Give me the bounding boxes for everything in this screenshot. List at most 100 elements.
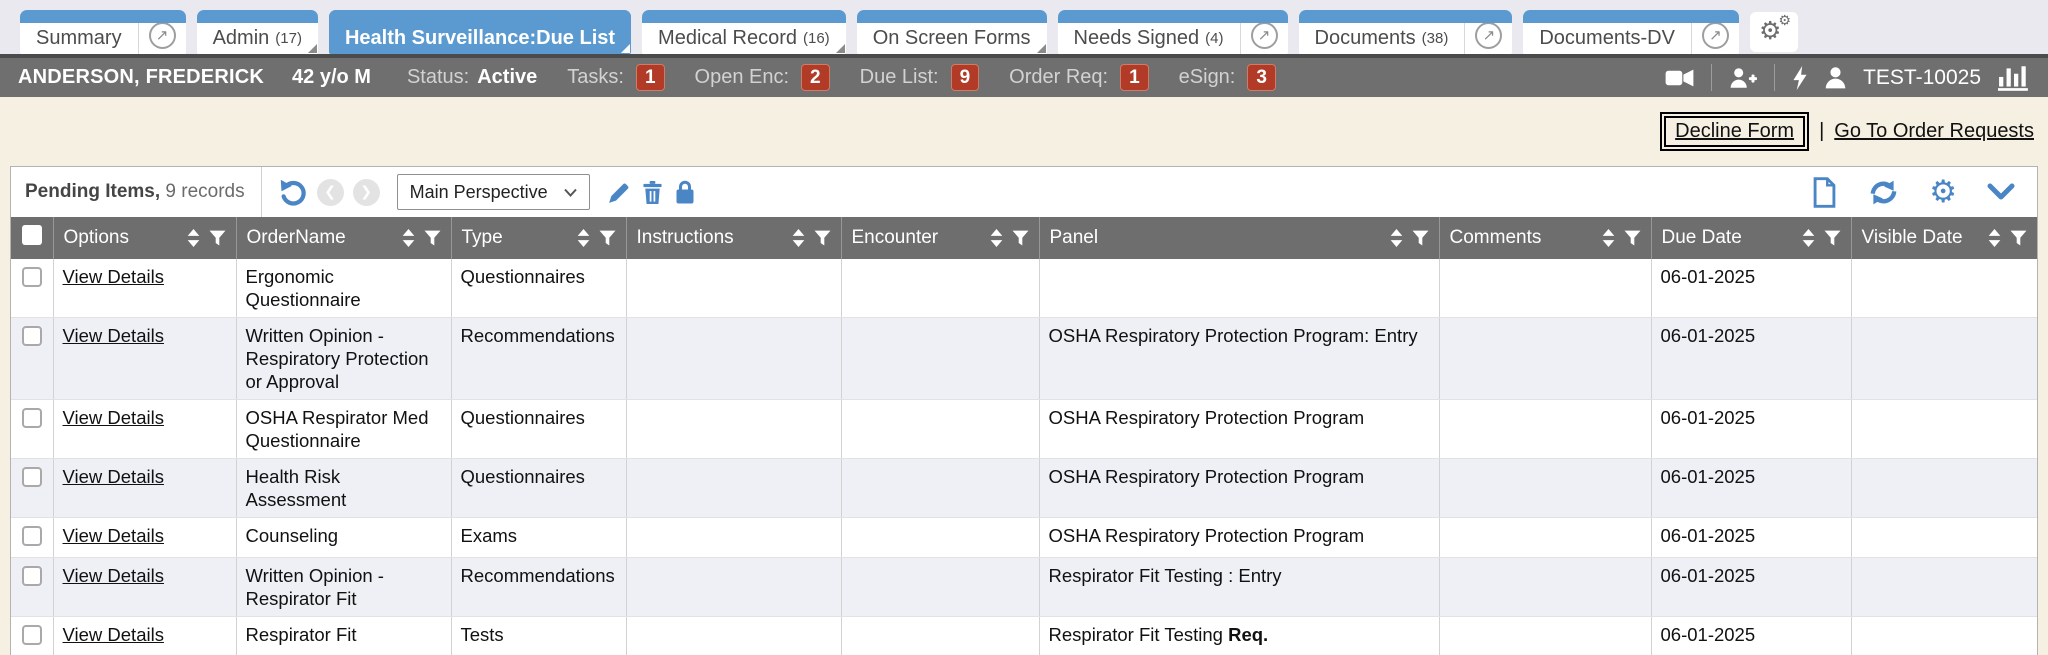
view-details-link[interactable]: View Details <box>63 624 164 645</box>
sort-icon[interactable] <box>990 229 1003 247</box>
cell-comments <box>1439 518 1651 558</box>
cell-order-name: Written Opinion - Respirator Fit <box>236 558 451 617</box>
row-checkbox[interactable] <box>22 625 42 645</box>
open-in-new-button[interactable]: ↗ <box>138 10 186 54</box>
sort-icon[interactable] <box>577 229 590 247</box>
view-details-link[interactable]: View Details <box>63 466 164 487</box>
select-all-checkbox[interactable] <box>22 225 42 245</box>
open-in-new-button[interactable]: ↗ <box>1240 10 1288 54</box>
tab-documents-dv[interactable]: Documents-DV ↗ <box>1523 10 1739 54</box>
edit-pencil-icon[interactable] <box>607 180 632 205</box>
banner-stat-tasks[interactable]: Tasks: 1 <box>567 64 664 91</box>
sort-icon[interactable] <box>1802 229 1815 247</box>
tab-settings-button[interactable]: ⚙ ⚙ <box>1750 12 1798 52</box>
filter-funnel-icon[interactable] <box>1412 230 1429 246</box>
cell-due-date: 06-01-2025 <box>1651 318 1851 400</box>
sort-icon[interactable] <box>792 229 805 247</box>
bar-chart-icon[interactable] <box>1998 65 2030 91</box>
open-in-new-button[interactable]: ↗ <box>1464 10 1512 54</box>
cell-type: Questionnaires <box>451 259 626 318</box>
filter-funnel-icon[interactable] <box>1012 230 1029 246</box>
count-badge: 3 <box>1247 64 1276 91</box>
cell-type: Recommendations <box>451 318 626 400</box>
row-checkbox[interactable] <box>22 566 42 586</box>
sort-icon[interactable] <box>187 229 200 247</box>
filter-funnel-icon[interactable] <box>814 230 831 246</box>
tab-label: Needs Signed <box>1074 27 1200 50</box>
column-label: Encounter <box>852 227 939 249</box>
tab-medical-record[interactable]: Medical Record (16) <box>642 10 846 54</box>
lock-icon[interactable] <box>673 179 697 205</box>
next-page-button[interactable]: ❯ <box>353 179 380 206</box>
column-header-visible-date[interactable]: Visible Date <box>1851 217 2037 259</box>
tab-needs-signed[interactable]: Needs Signed (4) ↗ <box>1058 10 1288 54</box>
link-separator: | <box>1819 120 1824 143</box>
row-checkbox[interactable] <box>22 408 42 428</box>
sort-icon[interactable] <box>402 229 415 247</box>
gears-small-icon: ⚙ <box>1778 13 1791 29</box>
tab-admin[interactable]: Admin (17) <box>197 10 318 54</box>
collapse-chevron-icon[interactable] <box>1987 183 2015 201</box>
column-header-instructions[interactable]: Instructions <box>626 217 841 259</box>
view-details-link[interactable]: View Details <box>63 325 164 346</box>
external-link-icon: ↗ <box>149 22 176 49</box>
banner-stat-order-req[interactable]: Order Req: 1 <box>1009 64 1149 91</box>
undo-icon[interactable] <box>278 177 308 207</box>
column-header-options[interactable]: Options <box>53 217 236 259</box>
column-header-encounter[interactable]: Encounter <box>841 217 1039 259</box>
user-icon[interactable] <box>1825 66 1846 89</box>
tab-on-screen-forms[interactable]: On Screen Forms <box>857 10 1047 54</box>
column-header-type[interactable]: Type <box>451 217 626 259</box>
table-row: View Details Written Opinion - Respirato… <box>11 318 2037 400</box>
view-details-link[interactable]: View Details <box>63 266 164 287</box>
cell-encounter <box>841 259 1039 318</box>
column-header-due-date[interactable]: Due Date <box>1651 217 1851 259</box>
view-details-link[interactable]: View Details <box>63 565 164 586</box>
cell-type: Exams <box>451 518 626 558</box>
cell-encounter <box>841 318 1039 400</box>
tab-documents[interactable]: Documents (38) ↗ <box>1299 10 1513 54</box>
tab-summary[interactable]: Summary ↗ <box>20 10 186 54</box>
table-row: View Details Counseling Exams OSHA Respi… <box>11 518 2037 558</box>
filter-funnel-icon[interactable] <box>599 230 616 246</box>
tab-health-surveillance-due-list[interactable]: Health Surveillance:Due List <box>329 10 631 54</box>
pending-items-table: Options OrderName Type <box>11 217 2037 655</box>
sort-icon[interactable] <box>1602 229 1615 247</box>
column-header-panel[interactable]: Panel <box>1039 217 1439 259</box>
refresh-icon[interactable] <box>1868 178 1899 207</box>
perspective-select[interactable]: Main Perspective <box>397 174 590 210</box>
filter-funnel-icon[interactable] <box>1824 230 1841 246</box>
open-in-new-button[interactable]: ↗ <box>1691 10 1739 54</box>
tab-label: Medical Record <box>658 27 797 50</box>
chevron-down-icon <box>564 188 577 197</box>
row-checkbox[interactable] <box>22 326 42 346</box>
filter-funnel-icon[interactable] <box>209 230 226 246</box>
column-header-comments[interactable]: Comments <box>1439 217 1651 259</box>
new-document-icon[interactable] <box>1811 177 1838 208</box>
count-badge: 1 <box>636 64 665 91</box>
row-checkbox[interactable] <box>22 526 42 546</box>
sort-icon[interactable] <box>1988 229 2001 247</box>
sort-icon[interactable] <box>1390 229 1403 247</box>
banner-stat-due-list[interactable]: Due List: 9 <box>860 64 980 91</box>
filter-funnel-icon[interactable] <box>2010 230 2027 246</box>
add-user-icon[interactable] <box>1729 67 1757 89</box>
go-to-order-requests-link[interactable]: Go To Order Requests <box>1834 120 2034 143</box>
filter-funnel-icon[interactable] <box>424 230 441 246</box>
lightning-bolt-icon[interactable] <box>1792 66 1808 90</box>
settings-gear-icon[interactable]: ⚙ <box>1929 177 1957 208</box>
row-checkbox[interactable] <box>22 267 42 287</box>
prev-page-button[interactable]: ❮ <box>317 179 344 206</box>
filter-funnel-icon[interactable] <box>1624 230 1641 246</box>
decline-form-link[interactable]: Decline Form <box>1675 120 1794 142</box>
banner-stat-open-enc[interactable]: Open Enc: 2 <box>695 64 830 91</box>
video-camera-icon[interactable] <box>1665 68 1694 88</box>
patient-age-sex: 42 y/o M <box>292 66 371 89</box>
view-details-link[interactable]: View Details <box>63 407 164 428</box>
tab-count: (4) <box>1205 30 1223 47</box>
row-checkbox[interactable] <box>22 467 42 487</box>
banner-stat-esign[interactable]: eSign: 3 <box>1179 64 1276 91</box>
trash-icon[interactable] <box>641 180 664 205</box>
column-header-ordername[interactable]: OrderName <box>236 217 451 259</box>
view-details-link[interactable]: View Details <box>63 525 164 546</box>
